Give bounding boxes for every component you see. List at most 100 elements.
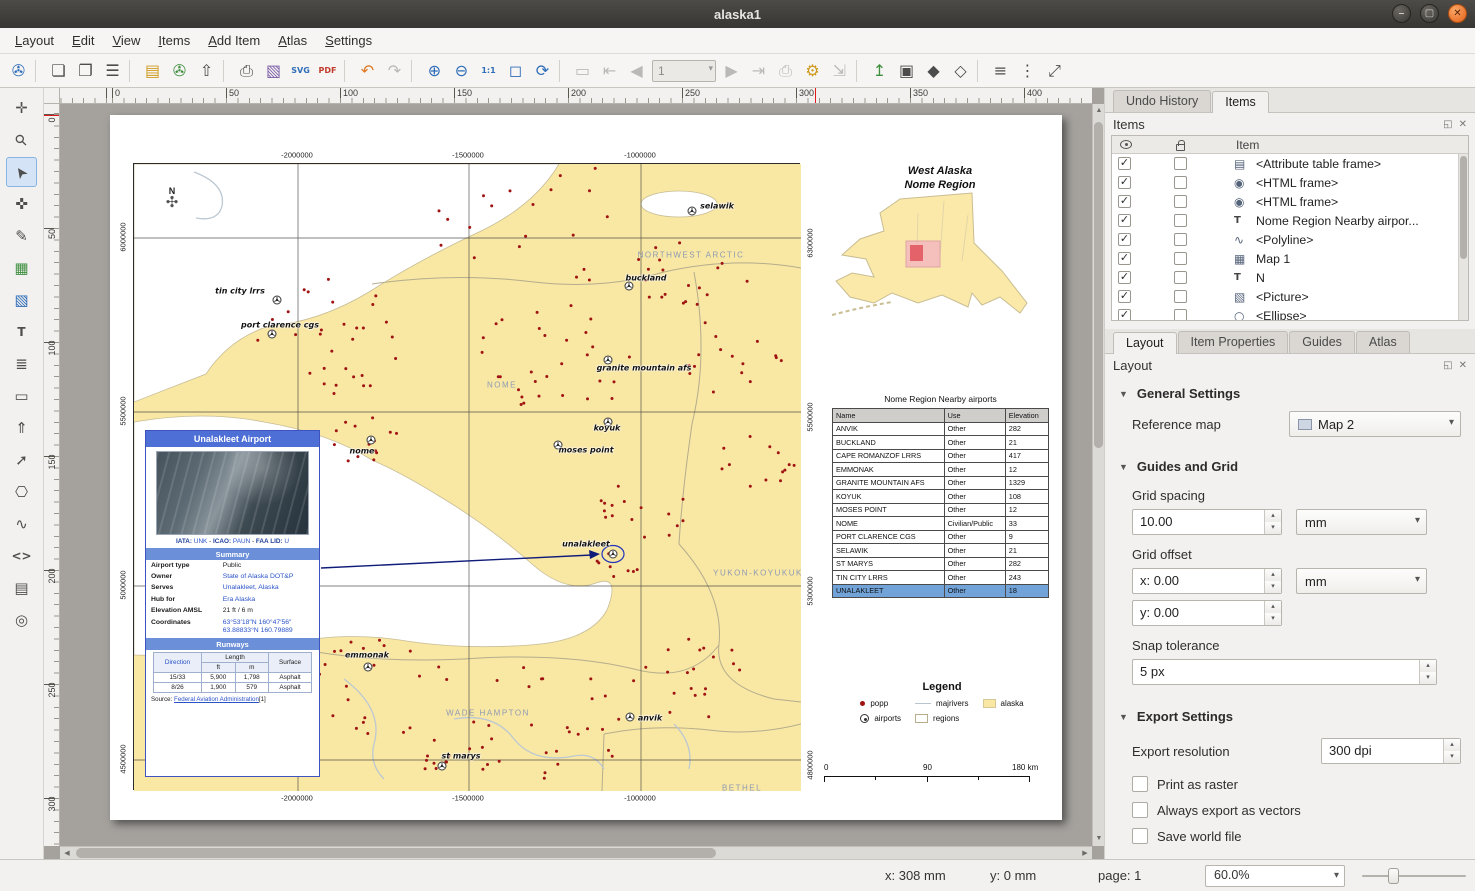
add-legend-button[interactable]: ≣ <box>6 349 37 379</box>
atlas-settings-button[interactable]: ⚙ <box>799 57 826 84</box>
items-row-html-frame[interactable]: ✓◉<HTML frame> <box>1112 173 1468 192</box>
zoom-slider[interactable] <box>1362 875 1466 877</box>
snap-tolerance-spinbox[interactable]: 5 px ▴▾ <box>1132 659 1437 685</box>
add-map-button[interactable]: ▦ <box>6 253 37 283</box>
save-project-button[interactable]: ✇ <box>5 57 32 84</box>
items-scrollbar[interactable] <box>1458 154 1468 320</box>
item-visibility-checkbox[interactable]: ✓ <box>1118 309 1131 321</box>
raise-selected-items-button[interactable]: ↥ <box>866 57 893 84</box>
resize-selected-items-button[interactable]: ⤢ <box>1041 57 1068 84</box>
close-panel-icon[interactable]: ✕ <box>1459 360 1467 371</box>
add-picture-button[interactable]: ▧ <box>6 285 37 315</box>
group-items-button[interactable]: ▣ <box>893 57 920 84</box>
item-lock-checkbox[interactable] <box>1174 214 1187 227</box>
add-north-arrow-button[interactable]: ⇑ <box>6 413 37 443</box>
attribute-table-item[interactable]: Nome Region Nearby airports NameUseEleva… <box>832 394 1049 598</box>
menu-add-item[interactable]: Add Item <box>199 29 269 52</box>
item-visibility-checkbox[interactable]: ✓ <box>1118 157 1131 170</box>
overview-map-item-map2[interactable] <box>822 185 1052 349</box>
items-row-html-frame[interactable]: ✓◉<HTML frame> <box>1112 192 1468 211</box>
items-row-nome-region-nearby-airpor[interactable]: ✓TNome Region Nearby airpor... <box>1112 211 1468 230</box>
export-as-image-button[interactable]: ▧ <box>260 57 287 84</box>
grid-spacing-unit-combo[interactable]: mm ▾ <box>1296 509 1427 535</box>
lock-selected-items-button[interactable]: ◆ <box>920 57 947 84</box>
guides-grid-header[interactable]: ▼ Guides and Grid <box>1105 459 1475 474</box>
menu-view[interactable]: View <box>103 29 149 52</box>
checkbox-always-export-as-vectors[interactable] <box>1132 802 1148 818</box>
checkbox-save-world-file[interactable] <box>1132 828 1148 844</box>
undo-button[interactable]: ↶ <box>354 57 381 84</box>
duplicate-layout-button[interactable]: ❐ <box>72 57 99 84</box>
menu-settings[interactable]: Settings <box>316 29 381 52</box>
maximize-button[interactable]: ▢ <box>1420 4 1439 23</box>
items-row-polyline[interactable]: ✓∿<Polyline> <box>1112 230 1468 249</box>
export-settings-header[interactable]: ▼ Export Settings <box>1105 709 1475 724</box>
move-item-content-button[interactable]: ✜ <box>6 189 37 219</box>
tab-layout[interactable]: Layout <box>1113 332 1177 354</box>
undock-panel-icon[interactable]: ◱ <box>1443 119 1452 130</box>
atlas-page-input[interactable]: 1▾ <box>652 60 716 82</box>
spinner-arrows[interactable]: ▴▾ <box>1443 739 1460 763</box>
export-atlas-button[interactable]: ⇲ <box>826 57 853 84</box>
scalebar-item[interactable]: 0 90 180 km <box>824 763 1040 789</box>
layout-manager-button[interactable]: ☰ <box>99 57 126 84</box>
new-layout-button[interactable]: ❏ <box>45 57 72 84</box>
item-visibility-checkbox[interactable]: ✓ <box>1118 195 1131 208</box>
add-attribute-table-button[interactable]: ▤ <box>6 573 37 603</box>
load-from-template-button[interactable]: ⇧ <box>193 57 220 84</box>
grid-offset-x-spinbox[interactable]: x: 0.00 ▴▾ <box>1132 568 1282 594</box>
save-as-template-button[interactable]: ✇ <box>166 57 193 84</box>
menu-edit[interactable]: Edit <box>63 29 103 52</box>
items-row-ellipse[interactable]: ✓○<Ellipse> <box>1112 306 1468 321</box>
canvas-vertical-scrollbar[interactable]: ▲ ▼ <box>1092 104 1104 846</box>
html-frame-unalakleet-airport[interactable]: Unalakleet Airport IATA: UNK - ICAO: PAU… <box>145 430 320 777</box>
spinner-arrows[interactable]: ▴▾ <box>1264 569 1281 593</box>
add-arrow-button[interactable]: ➚ <box>6 445 37 475</box>
atlas-last-feature-button[interactable]: ⇥ <box>745 57 772 84</box>
atlas-previous-feature-button[interactable]: ◀ <box>623 57 650 84</box>
spinner-arrows[interactable]: ▴▾ <box>1264 601 1281 625</box>
layout-page[interactable]: N ✣ selawikbucklandtin city lrrsport cla… <box>110 115 1062 820</box>
item-lock-checkbox[interactable] <box>1174 176 1187 189</box>
zoom-actual-button[interactable]: 1:1 <box>475 57 502 84</box>
export-as-svg-button[interactable]: SVG <box>287 57 314 84</box>
add-shape-button[interactable]: ▭ <box>6 381 37 411</box>
add-marker-button[interactable]: ◎ <box>6 605 37 635</box>
add-node-item-button[interactable]: ⎔ <box>6 477 37 507</box>
item-visibility-checkbox[interactable]: ✓ <box>1118 176 1131 189</box>
add-polyline-button[interactable]: ∿ <box>6 509 37 539</box>
general-settings-header[interactable]: ▼ General Settings <box>1105 386 1475 401</box>
minimize-button[interactable]: – <box>1392 4 1411 23</box>
atlas-page-spinner-icon[interactable]: ▾ <box>708 63 713 74</box>
close-panel-icon[interactable]: ✕ <box>1459 119 1467 130</box>
tab-atlas[interactable]: Atlas <box>1356 331 1410 353</box>
export-as-pdf-button[interactable]: PDF <box>314 57 341 84</box>
print-layout-button[interactable]: ⎙ <box>233 57 260 84</box>
export-resolution-spinbox[interactable]: 300 dpi ▴▾ <box>1321 738 1461 764</box>
distribute-selected-items-button[interactable]: ⋮ <box>1014 57 1041 84</box>
align-selected-items-button[interactable]: ≡ <box>987 57 1014 84</box>
atlas-first-feature-button[interactable]: ⇤ <box>596 57 623 84</box>
spinner-arrows[interactable]: ▴▾ <box>1264 510 1281 534</box>
items-row-attribute-table-frame[interactable]: ✓▤<Attribute table frame> <box>1112 154 1468 173</box>
reference-map-combo[interactable]: Map 2 ▾ <box>1289 411 1461 437</box>
open-folder-button[interactable]: ▤ <box>139 57 166 84</box>
item-visibility-checkbox[interactable]: ✓ <box>1118 271 1131 284</box>
grid-spacing-spinbox[interactable]: 10.00 ▴▾ <box>1132 509 1282 535</box>
item-lock-checkbox[interactable] <box>1174 195 1187 208</box>
undock-panel-icon[interactable]: ◱ <box>1443 360 1452 371</box>
zoom-level-combo[interactable]: 60.0% ▾ <box>1205 865 1345 887</box>
item-lock-checkbox[interactable] <box>1174 252 1187 265</box>
item-lock-checkbox[interactable] <box>1174 157 1187 170</box>
tab-guides[interactable]: Guides <box>1289 331 1355 353</box>
item-lock-checkbox[interactable] <box>1174 271 1187 284</box>
grid-offset-y-spinbox[interactable]: y: 0.00 ▴▾ <box>1132 600 1282 626</box>
items-row-n[interactable]: ✓TN <box>1112 268 1468 287</box>
zoom-layout-button[interactable]: ⚲ <box>6 125 37 155</box>
zoom-full-button[interactable]: ◻ <box>502 57 529 84</box>
select-move-item-button[interactable]: ➤ <box>6 157 37 187</box>
item-lock-checkbox[interactable] <box>1174 290 1187 303</box>
add-label-button[interactable]: T <box>6 317 37 347</box>
grid-offset-unit-combo[interactable]: mm ▾ <box>1296 568 1427 594</box>
dock-tab-items[interactable]: Items <box>1212 91 1269 113</box>
